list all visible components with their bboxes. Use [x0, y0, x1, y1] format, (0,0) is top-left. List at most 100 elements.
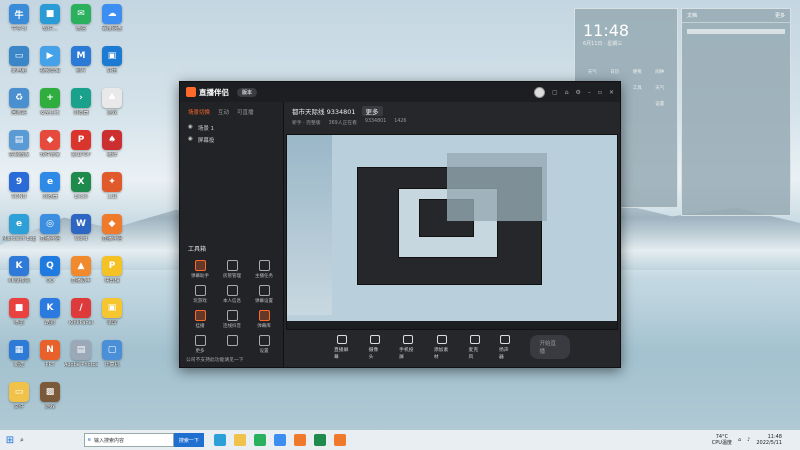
minimize-icon[interactable]: –	[588, 89, 591, 96]
tool-item[interactable]: 挂播	[184, 310, 216, 329]
notes-widget[interactable]: 文档 更多	[681, 8, 791, 216]
desktop-icon[interactable]: N PPT	[33, 340, 67, 380]
desktop-icon[interactable]: ✉ 微信	[64, 4, 98, 44]
bottom-tool-button[interactable]: 添加素材	[434, 334, 451, 360]
tool-item[interactable]: 更多	[184, 335, 216, 354]
desktop-icon[interactable]: ◎ 直播伴侣	[33, 214, 67, 254]
notes-tab[interactable]: 更多	[775, 12, 785, 19]
tool-grid[interactable]: 弹幕助手 房管管理 主播任务玩游戏 本人信息 弹幕设置挂播 连线抖音 弹幕库更多 设置	[184, 260, 280, 354]
version-badge[interactable]: 版本	[237, 87, 258, 97]
desktop-icon[interactable]: ▤ Adobe Photoshop	[64, 340, 98, 380]
taskbar-live2-icon[interactable]	[333, 434, 346, 446]
desktop-icon[interactable]: ◆ 软件管家	[33, 130, 67, 170]
desktop-icon[interactable]: e 浏览器	[33, 172, 67, 212]
desktop-icon[interactable]: W Word	[64, 214, 98, 254]
tool-item[interactable]: 玩游戏	[184, 285, 216, 304]
taskbar-edge-icon[interactable]	[213, 434, 226, 446]
desktop-icon[interactable]: ☁ 百度网盘	[95, 4, 129, 44]
desktop-icon[interactable]: X Excel	[64, 172, 98, 212]
desktop-icon[interactable]: ▶ 视频剪辑	[33, 46, 67, 86]
desktop-icon[interactable]: 9 9ONO	[2, 172, 36, 212]
start-live-button[interactable]: 开始直播	[529, 335, 570, 359]
desktop-icon[interactable]: 牛牛学习	[2, 4, 36, 44]
desktop-icon[interactable]: ♣ 游戏	[95, 88, 129, 128]
scene-item[interactable]: ◉ 屏幕投	[180, 134, 283, 146]
tool-item[interactable]: 主播任务	[248, 260, 280, 279]
network-icon[interactable]: ⌂	[738, 437, 741, 443]
sidebar-tab[interactable]: 互动	[218, 108, 229, 116]
search-button[interactable]: 搜索一下	[173, 433, 204, 447]
desktop-icon[interactable]: ▤ 控制面板	[2, 130, 36, 170]
bottom-tool-button[interactable]: 麦克风	[469, 334, 482, 360]
widget-shortcut[interactable]: 工具	[626, 85, 649, 91]
desktop-icon[interactable]: ▣ 录屏	[95, 298, 129, 338]
message-icon[interactable]: ▢	[552, 89, 558, 96]
taskbar-browser-icon[interactable]	[273, 434, 286, 446]
desktop-icon[interactable]: K KK录像机	[2, 256, 36, 296]
widget-shortcut[interactable]	[626, 101, 649, 107]
desktop-icon[interactable]: ✦ 工具	[95, 172, 129, 212]
settings-icon[interactable]: ⚙	[576, 89, 581, 96]
desktop-icon[interactable]: ■ 喷墨	[2, 298, 36, 338]
widget-shortcut[interactable]: 天气	[649, 85, 672, 91]
tool-item[interactable]: 设置	[248, 335, 280, 354]
desktop-icon[interactable]: ▢ 计算机	[95, 340, 129, 380]
bottom-tool-button[interactable]: 手机投屏	[399, 334, 416, 360]
taskbar-folder-icon[interactable]	[233, 434, 246, 446]
sidebar-tab[interactable]: 可直播	[237, 108, 254, 116]
desktop-icon[interactable]: P 金山PDF	[64, 130, 98, 170]
taskbar-search-input[interactable]: e 输入搜索内容	[83, 433, 174, 447]
desktop-icon[interactable]: ◆ 直播伴侣	[95, 214, 129, 254]
close-icon[interactable]: ✕	[609, 89, 614, 96]
desktop-icon[interactable]: ▩ 游戏	[33, 382, 67, 422]
volume-icon[interactable]: ♪	[747, 437, 750, 443]
desktop-icon[interactable]: ♠ 纸牌	[95, 130, 129, 170]
bottom-tool-button[interactable]: 直播屏幕	[334, 334, 351, 360]
widget-shortcut[interactable]: 闹钟	[649, 69, 672, 75]
tool-item[interactable]: 本人信息	[216, 285, 248, 304]
desktop-icon[interactable]: ▭ 此电脑	[2, 46, 36, 86]
desktop-icon[interactable]: ▲ 直播助手	[64, 256, 98, 296]
tool-item[interactable]: 房管管理	[216, 260, 248, 279]
desktop-icon[interactable]: ▦ 新建	[2, 340, 36, 380]
bottom-tool-button[interactable]: 扬声器	[499, 334, 512, 360]
desktop-icon[interactable]: ▭ 文件	[2, 382, 36, 422]
desktop-icon[interactable]: M 照片	[64, 46, 98, 86]
desktop-icon[interactable]: ■ 软件...	[33, 4, 67, 44]
eye-icon[interactable]: ◉	[188, 124, 193, 132]
bottom-tool-button[interactable]: 摄像头	[369, 334, 382, 360]
widget-shortcut[interactable]: 日历	[604, 69, 627, 75]
taskbar-wechat-icon[interactable]	[253, 434, 266, 446]
tool-item[interactable]: 弹幕助手	[184, 260, 216, 279]
taskbar-live-icon[interactable]	[293, 434, 306, 446]
sidebar-tabs[interactable]: 场景切换 互动 可直播	[180, 102, 283, 122]
scene-item[interactable]: ◉ 场景 1	[180, 122, 283, 134]
tool-item[interactable]: 弹幕设置	[248, 285, 280, 304]
widget-shortcut[interactable]: 便笺	[626, 69, 649, 75]
scene-list[interactable]: ◉ 场景 1 ◉ 屏幕投	[180, 122, 283, 146]
desktop-icon[interactable]: + 安全卫士	[33, 88, 67, 128]
desktop-icon[interactable]: ♻ 回收站	[2, 88, 36, 128]
tool-item[interactable]	[216, 335, 248, 354]
maximize-icon[interactable]: ▫	[598, 89, 602, 96]
taskbar-excel-icon[interactable]	[313, 434, 326, 446]
eye-icon[interactable]: ◉	[188, 136, 193, 144]
title-bar[interactable]: 直播伴侣 版本 ▢ ⌂ ⚙ – ▫ ✕	[180, 82, 620, 102]
tool-item[interactable]: 连线抖音	[216, 310, 248, 329]
live-preview[interactable]	[286, 134, 618, 330]
desktop-icon[interactable]: ▣ 好压	[95, 46, 129, 86]
live-companion-window[interactable]: 直播伴侣 版本 ▢ ⌂ ⚙ – ▫ ✕ 场景切换 互动 可直播 ◉ 场景 1 ◉ 屏幕投 …	[179, 81, 621, 368]
windows-start-icon[interactable]: ⊞	[0, 435, 20, 446]
search-icon[interactable]: ⌕	[20, 436, 24, 445]
desktop-icon[interactable]: P 快剪辑	[95, 256, 129, 296]
desktop-icon[interactable]: e Microsoft Edge	[2, 214, 36, 254]
tool-item[interactable]: 弹幕库	[248, 310, 280, 329]
widget-shortcut[interactable]: 天气	[581, 69, 604, 75]
sidebar-tab[interactable]: 场景切换	[188, 108, 210, 116]
desktop-icon[interactable]: ∕ KinkPanel	[64, 298, 98, 338]
room-tag[interactable]: 更多	[361, 106, 383, 116]
avatar[interactable]	[534, 86, 546, 98]
gift-icon[interactable]: ⌂	[565, 89, 569, 96]
widget-shortcut[interactable]: 设置	[649, 101, 672, 107]
desktop-icon[interactable]: K 酷狗	[33, 298, 67, 338]
